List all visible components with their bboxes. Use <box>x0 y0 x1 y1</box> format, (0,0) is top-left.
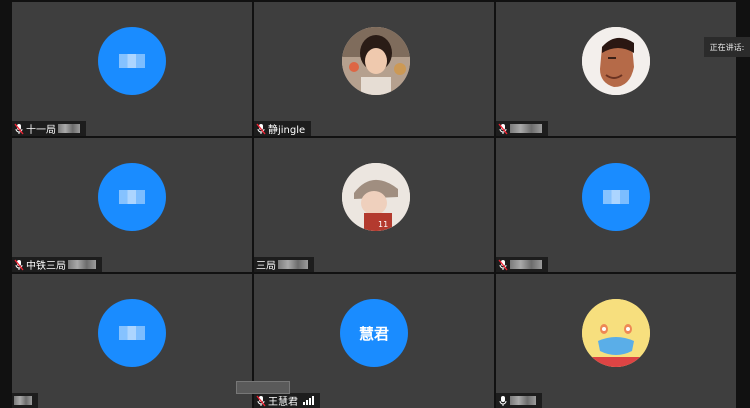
blurred-initials <box>119 54 145 68</box>
participant-name-label <box>12 393 38 408</box>
blurred-name-part <box>510 396 536 405</box>
muted-mic-icon <box>498 259 508 270</box>
speaking-indicator-label: 正在讲话: <box>709 42 745 52</box>
participant-tile[interactable] <box>496 274 736 408</box>
participant-name-label <box>496 257 548 272</box>
avatar: 慧君 <box>340 299 408 367</box>
emoji-mask-icon <box>582 299 650 367</box>
participant-name: 静jingle <box>268 125 306 136</box>
participant-name-label: 静jingle <box>254 121 312 136</box>
participant-tile[interactable] <box>12 274 252 408</box>
participant-name: 三局 <box>256 261 276 272</box>
avatar <box>582 163 650 231</box>
hover-tooltip <box>236 381 290 394</box>
speaking-indicator[interactable]: 正在讲话: <box>704 37 750 57</box>
participant-name-label <box>496 121 548 136</box>
avatar <box>98 163 166 231</box>
mic-icon <box>499 395 507 406</box>
avatar: 11 <box>342 163 410 231</box>
video-conference-grid: 十一局 静jingle 中铁三局 11 三局 慧君 王慧君 正在讲话: <box>0 0 750 408</box>
participant-tile[interactable] <box>496 2 736 136</box>
participant-tile[interactable]: 中铁三局 <box>12 138 252 272</box>
blurred-name-part <box>58 124 80 133</box>
blurred-name-part <box>14 396 32 405</box>
avatar-photo <box>342 27 410 95</box>
avatar-initials: 慧君 <box>358 324 389 343</box>
participant-name-label: 中铁三局 <box>12 257 102 272</box>
participant-tile[interactable]: 11 三局 <box>254 138 494 272</box>
blurred-name-part <box>68 260 96 269</box>
avatar <box>98 299 166 367</box>
blurred-initials <box>119 326 145 340</box>
muted-mic-icon <box>14 123 24 134</box>
svg-text:11: 11 <box>378 220 388 229</box>
participant-tile[interactable]: 静jingle <box>254 2 494 136</box>
participant-tile[interactable] <box>496 138 736 272</box>
participant-name: 十一局 <box>26 125 56 136</box>
muted-mic-icon <box>14 259 24 270</box>
participant-name: 中铁三局 <box>26 261 66 272</box>
avatar-photo <box>582 27 650 95</box>
avatar <box>342 27 410 95</box>
participant-tile[interactable]: 慧君 王慧君 <box>254 274 494 408</box>
avatar-photo: 11 <box>342 163 410 231</box>
blurred-name-part <box>278 260 308 269</box>
blurred-initials <box>603 190 629 204</box>
participant-name-label: 十一局 <box>12 121 86 136</box>
avatar <box>98 27 166 95</box>
muted-mic-icon <box>498 123 508 134</box>
avatar <box>582 299 650 367</box>
blurred-name-part <box>510 124 542 133</box>
avatar <box>582 27 650 95</box>
participant-name-label: 王慧君 <box>254 393 320 408</box>
signal-bars-icon <box>303 396 314 405</box>
muted-mic-icon <box>256 395 266 406</box>
blurred-initials <box>119 190 145 204</box>
participant-name-label: 三局 <box>254 257 314 272</box>
muted-mic-icon <box>256 123 266 134</box>
participant-name: 王慧君 <box>268 397 298 408</box>
participant-name-label <box>496 393 542 408</box>
participant-tile[interactable]: 十一局 <box>12 2 252 136</box>
blurred-name-part <box>510 260 542 269</box>
